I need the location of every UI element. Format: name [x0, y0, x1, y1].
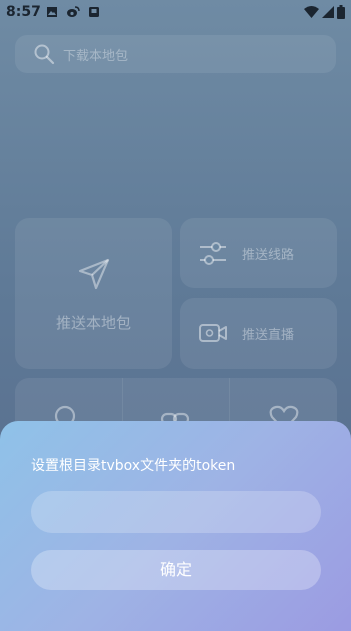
- video-icon: [199, 324, 227, 342]
- push-live-tile[interactable]: 推送直播: [180, 298, 337, 369]
- push-line-label: 推送线路: [242, 248, 295, 263]
- dialog-title: 设置根目录tvbox文件夹的token: [31, 458, 236, 474]
- search-placeholder: 下载本地包: [63, 49, 129, 64]
- app-screen: 8:57 下载本地包 推送本地包 推送线路 推送直播 设置根目录tvbox文件夹…: [0, 0, 351, 631]
- notification-icon: [89, 7, 99, 17]
- sliders-icon: [200, 242, 226, 265]
- signal-icon: [322, 6, 334, 18]
- wifi-icon: [304, 6, 319, 18]
- search-bar[interactable]: 下载本地包: [15, 35, 336, 73]
- confirm-button[interactable]: 确定: [31, 550, 321, 590]
- status-bar: 8:57: [0, 0, 351, 26]
- push-line-tile[interactable]: 推送线路: [180, 218, 337, 288]
- token-input[interactable]: [31, 491, 321, 533]
- push-local-label: 推送本地包: [55, 314, 131, 332]
- search-icon: [34, 44, 55, 65]
- push-local-tile[interactable]: 推送本地包: [15, 218, 172, 369]
- push-live-label: 推送直播: [242, 328, 295, 343]
- weibo-icon: [67, 6, 80, 17]
- image-icon: [47, 7, 57, 17]
- status-time: 8:57: [6, 4, 41, 20]
- token-dialog: 设置根目录tvbox文件夹的token 确定: [0, 421, 351, 631]
- send-icon: [78, 258, 110, 290]
- battery-icon: [337, 5, 345, 19]
